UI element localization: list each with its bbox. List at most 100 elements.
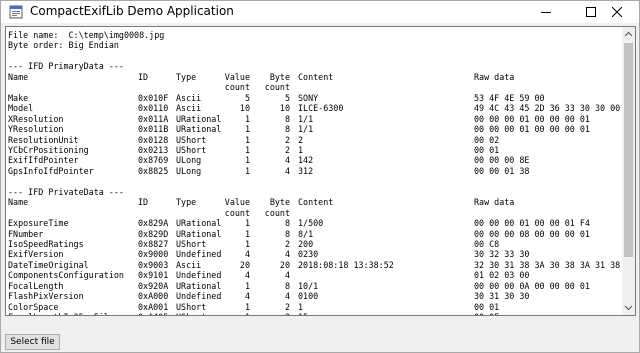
tag-name: FNumber: [8, 228, 44, 239]
tag-id: 0x829A: [138, 218, 169, 229]
column-header-value-count-2: count: [224, 82, 250, 93]
tag-id: 0x011A: [138, 113, 169, 124]
column-header-id: ID: [138, 197, 149, 208]
close-icon: [611, 7, 622, 17]
tag-id: 0xA000: [138, 291, 169, 302]
tag-content: 0230: [298, 249, 319, 260]
tag-content: 1/1: [298, 124, 314, 135]
tag-value-count: 1: [244, 239, 250, 249]
tag-value-count: 1: [244, 124, 250, 135]
tag-byte-count: 4: [284, 270, 290, 281]
tag-name: FocalLengthIn35mmFilm: [8, 312, 114, 315]
tag-content: 1: [298, 301, 304, 312]
tag-content: 10/1: [298, 280, 319, 291]
tag-content: 2018:08:18 13:38:52: [298, 259, 394, 270]
column-header-type: Type: [176, 71, 197, 82]
scroll-down-arrow-icon[interactable]: [624, 304, 633, 311]
tag-value-count: 1: [244, 228, 250, 239]
minimize-button[interactable]: [523, 1, 568, 23]
tag-raw-data: 00 01: [474, 301, 500, 312]
tag-name: ExposureTime: [8, 218, 69, 229]
tag-raw-data: 00 01: [474, 144, 500, 155]
tag-name: DateTimeOriginal: [8, 259, 89, 270]
tag-raw-data: 00 00 00 8E: [474, 155, 530, 166]
tag-value-count: 1: [244, 113, 250, 124]
tag-id: 0x8769: [138, 155, 169, 166]
tag-value-count: 1: [244, 280, 250, 291]
tag-id: 0x829D: [138, 228, 169, 239]
tag-value-count: 10: [239, 103, 250, 114]
tag-type: UShort: [176, 134, 207, 145]
tag-raw-data: 00 0F: [474, 312, 499, 315]
tag-byte-count: 4: [284, 291, 290, 302]
column-header-value-count: Value: [224, 197, 250, 208]
tag-raw-data: 53 4F 4E 59 00: [474, 92, 545, 103]
tag-id: 0x0213: [138, 144, 169, 155]
tag-type: URational: [176, 113, 222, 124]
tag-value-count: 4: [244, 249, 250, 260]
exif-output-textbox[interactable]: File name: C:\temp\img0008.jpg Byte order…: [5, 26, 636, 316]
tag-name: FlashPixVersion: [8, 291, 84, 302]
tag-raw-data: 00 00 00 01 00 00 00 01: [474, 113, 590, 124]
tag-type: URational: [176, 218, 222, 229]
tag-type: Ascii: [176, 92, 202, 103]
column-header-name: Name: [8, 197, 29, 208]
tag-byte-count: 2: [284, 301, 290, 312]
scrollbar-thumb[interactable]: [624, 43, 633, 257]
tag-type: ULong: [176, 155, 202, 166]
title-bar[interactable]: CompactExifLib Demo Application: [1, 1, 639, 23]
tag-byte-count: 4: [284, 165, 290, 176]
tag-name: YCbCrPositioning: [8, 144, 89, 155]
tag-name: IsoSpeedRatings: [8, 239, 84, 249]
tag-content: 0100: [298, 291, 319, 302]
tag-raw-data: 01 02 03 00: [474, 270, 530, 281]
tag-id: 0xA001: [138, 301, 169, 312]
tag-type: Ascii: [176, 103, 202, 114]
tag-value-count: 1: [244, 301, 250, 312]
tag-byte-count: 5: [284, 92, 290, 103]
tag-name: ColorSpace: [8, 301, 59, 312]
column-header-byte-count: Byte: [269, 197, 290, 208]
tag-value-count: 1: [244, 144, 250, 155]
close-button[interactable]: [594, 1, 639, 23]
tag-content: 1/500: [298, 218, 324, 229]
tag-raw-data: 00 C8: [474, 239, 500, 249]
column-header-byte-count: Byte: [269, 71, 290, 82]
app-window: CompactExifLib Demo Application File nam…: [0, 0, 640, 353]
select-file-button[interactable]: Select file: [5, 334, 60, 350]
tag-type: UShort: [176, 239, 207, 249]
tag-name: Make: [8, 92, 29, 103]
tag-name: XResolution: [8, 113, 64, 124]
tag-id: 0x8827: [138, 239, 169, 249]
tag-type: Ascii: [176, 259, 202, 270]
header-line: Byte order: Big Endian: [8, 40, 119, 51]
tag-raw-data: 00 00 00 08 00 00 00 01: [474, 228, 590, 239]
tag-byte-count: 8: [284, 113, 290, 124]
header-line: File name: C:\temp\img0008.jpg: [8, 30, 165, 40]
tag-content: 15: [298, 312, 308, 315]
tag-name: ResolutionUnit: [8, 134, 79, 145]
tag-byte-count: 20: [279, 259, 290, 270]
tag-raw-data: 49 4C 43 45 2D 36 33 30 30 00: [474, 103, 621, 114]
tag-byte-count: 2: [284, 144, 290, 155]
tag-id: 0x0128: [138, 134, 169, 145]
tag-type: UShort: [176, 301, 207, 312]
vertical-scrollbar[interactable]: [622, 27, 635, 315]
scroll-up-arrow-icon[interactable]: [624, 31, 633, 38]
tag-type: URational: [176, 228, 222, 239]
tag-content: ILCE-6300: [298, 103, 344, 114]
tag-value-count: 4: [244, 291, 250, 302]
tag-value-count: 5: [244, 92, 250, 103]
tag-byte-count: 2: [285, 312, 290, 315]
column-header-raw-data: Raw data: [474, 71, 515, 82]
tag-byte-count: 4: [284, 249, 290, 260]
tag-id: 0x8825: [138, 165, 169, 176]
tag-content: 2: [298, 134, 304, 145]
tag-content: 8/1: [298, 228, 314, 239]
tag-raw-data: 00 00 00 0A 00 00 00 01: [474, 280, 590, 291]
tag-content: 1: [298, 144, 304, 155]
column-header-type: Type: [176, 197, 197, 208]
tag-id: 0x010F: [138, 92, 169, 103]
tag-value-count: 1: [244, 218, 250, 229]
tag-id: 0x9003: [138, 259, 169, 270]
